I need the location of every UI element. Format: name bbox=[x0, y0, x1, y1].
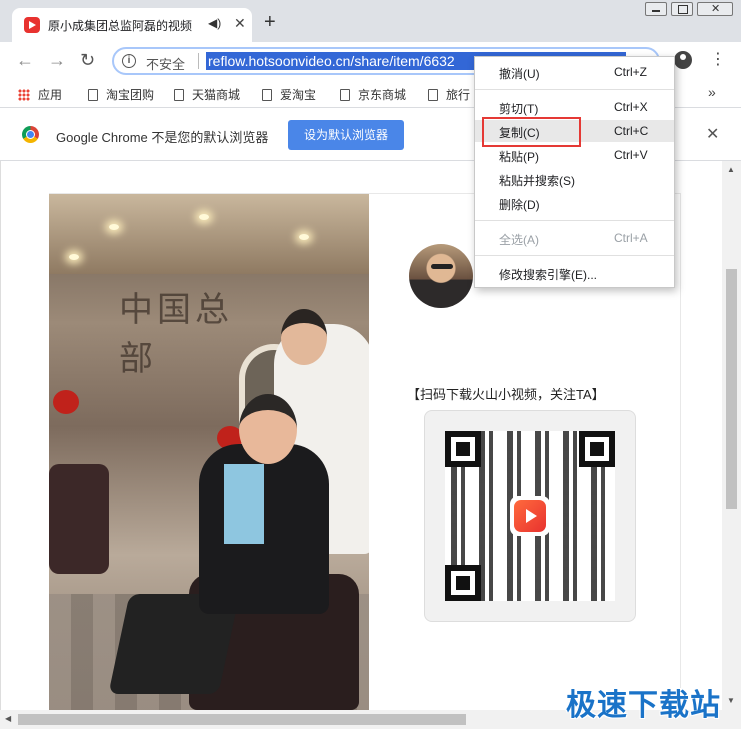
menu-item-select-all: 全选(A) Ctrl+A bbox=[475, 227, 674, 249]
menu-item-undo[interactable]: 撤消(U) Ctrl+Z bbox=[475, 61, 674, 83]
qr-finder-pattern bbox=[445, 431, 481, 467]
menu-item-shortcut: Ctrl+V bbox=[614, 148, 648, 162]
menu-separator bbox=[475, 89, 674, 90]
context-menu: 撤消(U) Ctrl+Z 剪切(T) Ctrl+X 复制(C) Ctrl+C 粘贴(P… bbox=[474, 56, 675, 288]
bookmark-label: 京东商城 bbox=[358, 88, 407, 102]
site-watermark: 极速下载站 bbox=[566, 689, 721, 722]
customer-figure bbox=[199, 444, 329, 614]
user-avatar[interactable] bbox=[409, 244, 473, 308]
chrome-menu-icon[interactable]: ⋮ bbox=[710, 51, 726, 69]
qr-code bbox=[445, 431, 615, 601]
scroll-left-arrow-icon[interactable]: ◀ bbox=[5, 714, 11, 723]
page-icon bbox=[340, 89, 350, 101]
hotsoon-logo-icon bbox=[510, 496, 550, 536]
menu-item-label: 粘贴(P) bbox=[499, 150, 539, 164]
browser-tab[interactable]: 原小成集团总监阿磊的视频 ◀) ✕ bbox=[12, 8, 252, 42]
ceiling-light bbox=[299, 234, 309, 240]
page-icon bbox=[428, 89, 438, 101]
menu-item-shortcut: Ctrl+C bbox=[614, 124, 649, 138]
copy-highlight-annotation bbox=[482, 117, 581, 147]
url-divider bbox=[198, 53, 199, 69]
menu-item-edit-search-engines[interactable]: 修改搜索引擎(E)... bbox=[475, 262, 674, 284]
qr-caption: 【扫码下载火山小视频，关注TA】 bbox=[407, 387, 605, 402]
bookmark-label: 淘宝团购 bbox=[106, 88, 155, 102]
horizontal-scroll-thumb[interactable] bbox=[18, 714, 466, 725]
customer-shirt bbox=[224, 464, 264, 544]
qr-code-panel bbox=[424, 410, 636, 622]
menu-item-delete[interactable]: 删除(D) bbox=[475, 192, 674, 214]
bookmark-ai-taobao[interactable]: 爱淘宝 bbox=[262, 86, 316, 103]
wall-calligraphy: 中国总部 bbox=[119, 290, 233, 379]
hotsoon-favicon-icon bbox=[24, 17, 40, 33]
bookmark-taobao-tuangou[interactable]: 淘宝团购 bbox=[88, 86, 154, 103]
red-decoration bbox=[53, 390, 79, 414]
tab-strip: 原小成集团总监阿磊的视频 ◀) ✕ + bbox=[0, 0, 741, 42]
chrome-logo-icon bbox=[22, 126, 39, 143]
tab-close-icon[interactable]: ✕ bbox=[234, 15, 246, 32]
window-maximize-button[interactable] bbox=[671, 2, 693, 16]
ceiling-light bbox=[199, 214, 209, 220]
infobar-close-icon[interactable]: ✕ bbox=[706, 124, 719, 144]
new-tab-button[interactable]: + bbox=[264, 12, 276, 32]
scroll-down-arrow-icon[interactable]: ▼ bbox=[727, 696, 735, 705]
customer-head bbox=[239, 394, 297, 464]
salon-chair bbox=[49, 464, 109, 574]
bookmark-label: 爱淘宝 bbox=[280, 88, 317, 102]
menu-separator bbox=[475, 255, 674, 256]
menu-item-label: 粘贴并搜索(S) bbox=[499, 174, 575, 188]
reload-icon[interactable]: ↻ bbox=[80, 50, 95, 70]
ceiling-light bbox=[109, 224, 119, 230]
bookmark-label: 旅行 bbox=[446, 88, 471, 102]
bookmarks-overflow-icon[interactable]: » bbox=[708, 84, 716, 100]
window-minimize-button[interactable] bbox=[645, 2, 667, 16]
page-icon bbox=[174, 89, 184, 101]
profile-avatar-icon[interactable] bbox=[674, 51, 692, 69]
menu-item-label: 删除(D) bbox=[499, 198, 540, 212]
menu-item-label: 修改搜索引擎(E)... bbox=[499, 268, 597, 282]
video-ceiling bbox=[49, 194, 369, 274]
vertical-scroll-thumb[interactable] bbox=[726, 269, 737, 509]
info-icon[interactable]: i bbox=[122, 54, 136, 68]
page-icon bbox=[88, 89, 98, 101]
infobar-message: Google Chrome 不是您的默认浏览器 bbox=[56, 130, 269, 145]
forward-arrow-icon[interactable]: → bbox=[48, 50, 66, 70]
menu-item-paste[interactable]: 粘贴(P) Ctrl+V bbox=[475, 144, 674, 166]
bookmark-label: 天猫商城 bbox=[192, 88, 241, 102]
apps-grid-icon bbox=[18, 89, 30, 101]
tab-title: 原小成集团总监阿磊的视频 bbox=[48, 19, 193, 33]
qr-finder-pattern bbox=[445, 565, 481, 601]
play-icon bbox=[514, 500, 546, 532]
vertical-scrollbar[interactable]: ▲ ▼ bbox=[722, 161, 741, 710]
menu-item-shortcut: Ctrl+Z bbox=[614, 65, 647, 79]
menu-item-label: 剪切(T) bbox=[499, 102, 539, 116]
menu-item-cut[interactable]: 剪切(T) Ctrl+X bbox=[475, 96, 674, 118]
window-close-button[interactable] bbox=[697, 2, 733, 16]
video-player[interactable]: 中国总部 bbox=[49, 194, 369, 710]
bookmark-label: 应用 bbox=[38, 88, 63, 102]
menu-separator bbox=[475, 220, 674, 221]
menu-item-shortcut: Ctrl+A bbox=[614, 231, 648, 245]
menu-item-paste-and-search[interactable]: 粘贴并搜索(S) bbox=[475, 168, 674, 190]
stylist-head bbox=[281, 309, 327, 365]
security-status-label[interactable]: 不安全 bbox=[146, 54, 185, 73]
qr-finder-pattern bbox=[579, 431, 615, 467]
menu-item-label: 全选(A) bbox=[499, 233, 539, 247]
bookmark-tmall[interactable]: 天猫商城 bbox=[174, 86, 240, 103]
menu-item-shortcut: Ctrl+X bbox=[614, 100, 648, 114]
ceiling-light bbox=[69, 254, 79, 260]
back-arrow-icon[interactable]: ← bbox=[16, 50, 34, 70]
menu-item-label: 撤消(U) bbox=[499, 67, 540, 81]
bookmark-apps[interactable]: 应用 bbox=[18, 86, 62, 103]
bookmark-travel[interactable]: 旅行 bbox=[428, 86, 470, 103]
speaker-icon[interactable]: ◀) bbox=[208, 16, 221, 30]
bookmark-jd[interactable]: 京东商城 bbox=[340, 86, 406, 103]
page-icon bbox=[262, 89, 272, 101]
scroll-up-arrow-icon[interactable]: ▲ bbox=[727, 165, 735, 174]
set-default-browser-button[interactable]: 设为默认浏览器 bbox=[288, 120, 404, 150]
